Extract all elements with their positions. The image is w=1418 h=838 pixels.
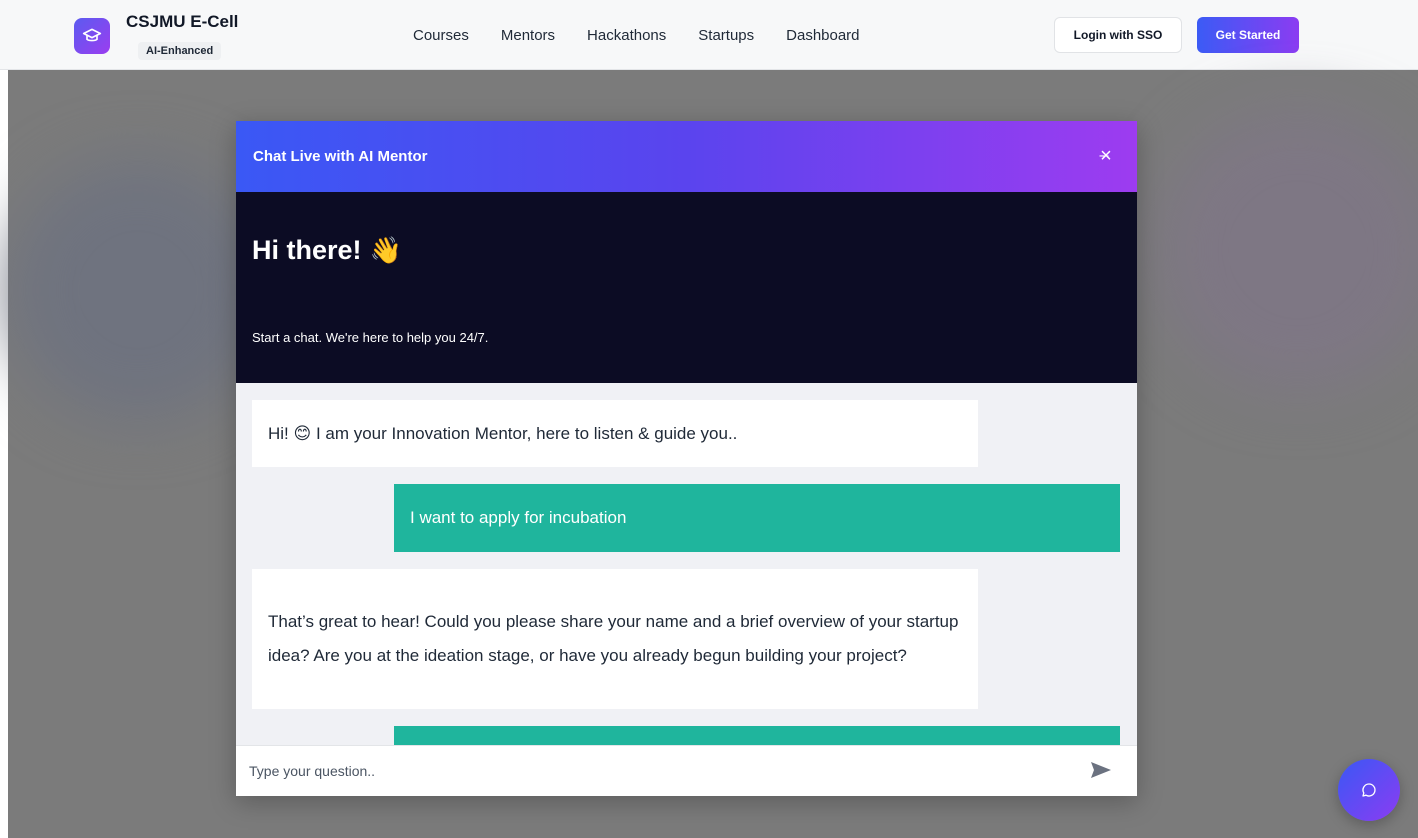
close-icon: × <box>1100 144 1112 167</box>
chat-bubble-icon <box>1362 783 1376 797</box>
graduation-cap-icon <box>82 28 102 42</box>
backdrop-shape <box>8 160 268 420</box>
chat-input-bar <box>236 745 1137 796</box>
chat-launcher-button[interactable] <box>1338 759 1400 821</box>
nav-link-startups[interactable]: Startups <box>698 27 754 44</box>
nav-link-hackathons[interactable]: Hackathons <box>587 27 666 44</box>
nav-link-dashboard[interactable]: Dashboard <box>786 27 859 44</box>
login-sso-button[interactable]: Login with SSO <box>1054 17 1182 53</box>
waving-hand-icon: 👋 <box>369 235 402 265</box>
send-icon <box>1091 762 1111 778</box>
user-message: I want to apply for incubation <box>394 484 1120 552</box>
main-nav: Courses Mentors Hackathons Startups Dash… <box>413 27 860 44</box>
bot-message: Hi! 😊 I am your Innovation Mentor, here … <box>252 400 978 467</box>
nav-link-mentors[interactable]: Mentors <box>501 27 555 44</box>
logo[interactable] <box>74 18 110 54</box>
chat-header: Chat Live with AI Mentor – × <box>236 121 1137 192</box>
chat-window: Chat Live with AI Mentor – × Hi there! 👋… <box>236 121 1137 796</box>
close-button[interactable]: × <box>1095 145 1117 167</box>
welcome-heading-text: Hi there! <box>252 235 362 265</box>
chat-welcome-banner: Hi there! 👋 Start a chat. We're here to … <box>236 192 1137 383</box>
brand-badge: AI-Enhanced <box>138 42 222 60</box>
send-button[interactable] <box>1089 760 1115 782</box>
chat-title: Chat Live with AI Mentor <box>253 148 428 165</box>
welcome-subtitle: Start a chat. We're here to help you 24/… <box>252 330 489 345</box>
brand-title[interactable]: CSJMU E-Cell <box>126 12 238 32</box>
chat-input[interactable] <box>236 746 1076 796</box>
backdrop-shape <box>1158 110 1418 390</box>
top-navbar: CSJMU E-Cell AI-Enhanced Courses Mentors… <box>0 0 1418 70</box>
welcome-heading: Hi there! 👋 <box>252 235 402 266</box>
bot-message: That’s great to hear! Could you please s… <box>252 569 978 709</box>
get-started-button[interactable]: Get Started <box>1197 17 1299 53</box>
nav-link-courses[interactable]: Courses <box>413 27 469 44</box>
